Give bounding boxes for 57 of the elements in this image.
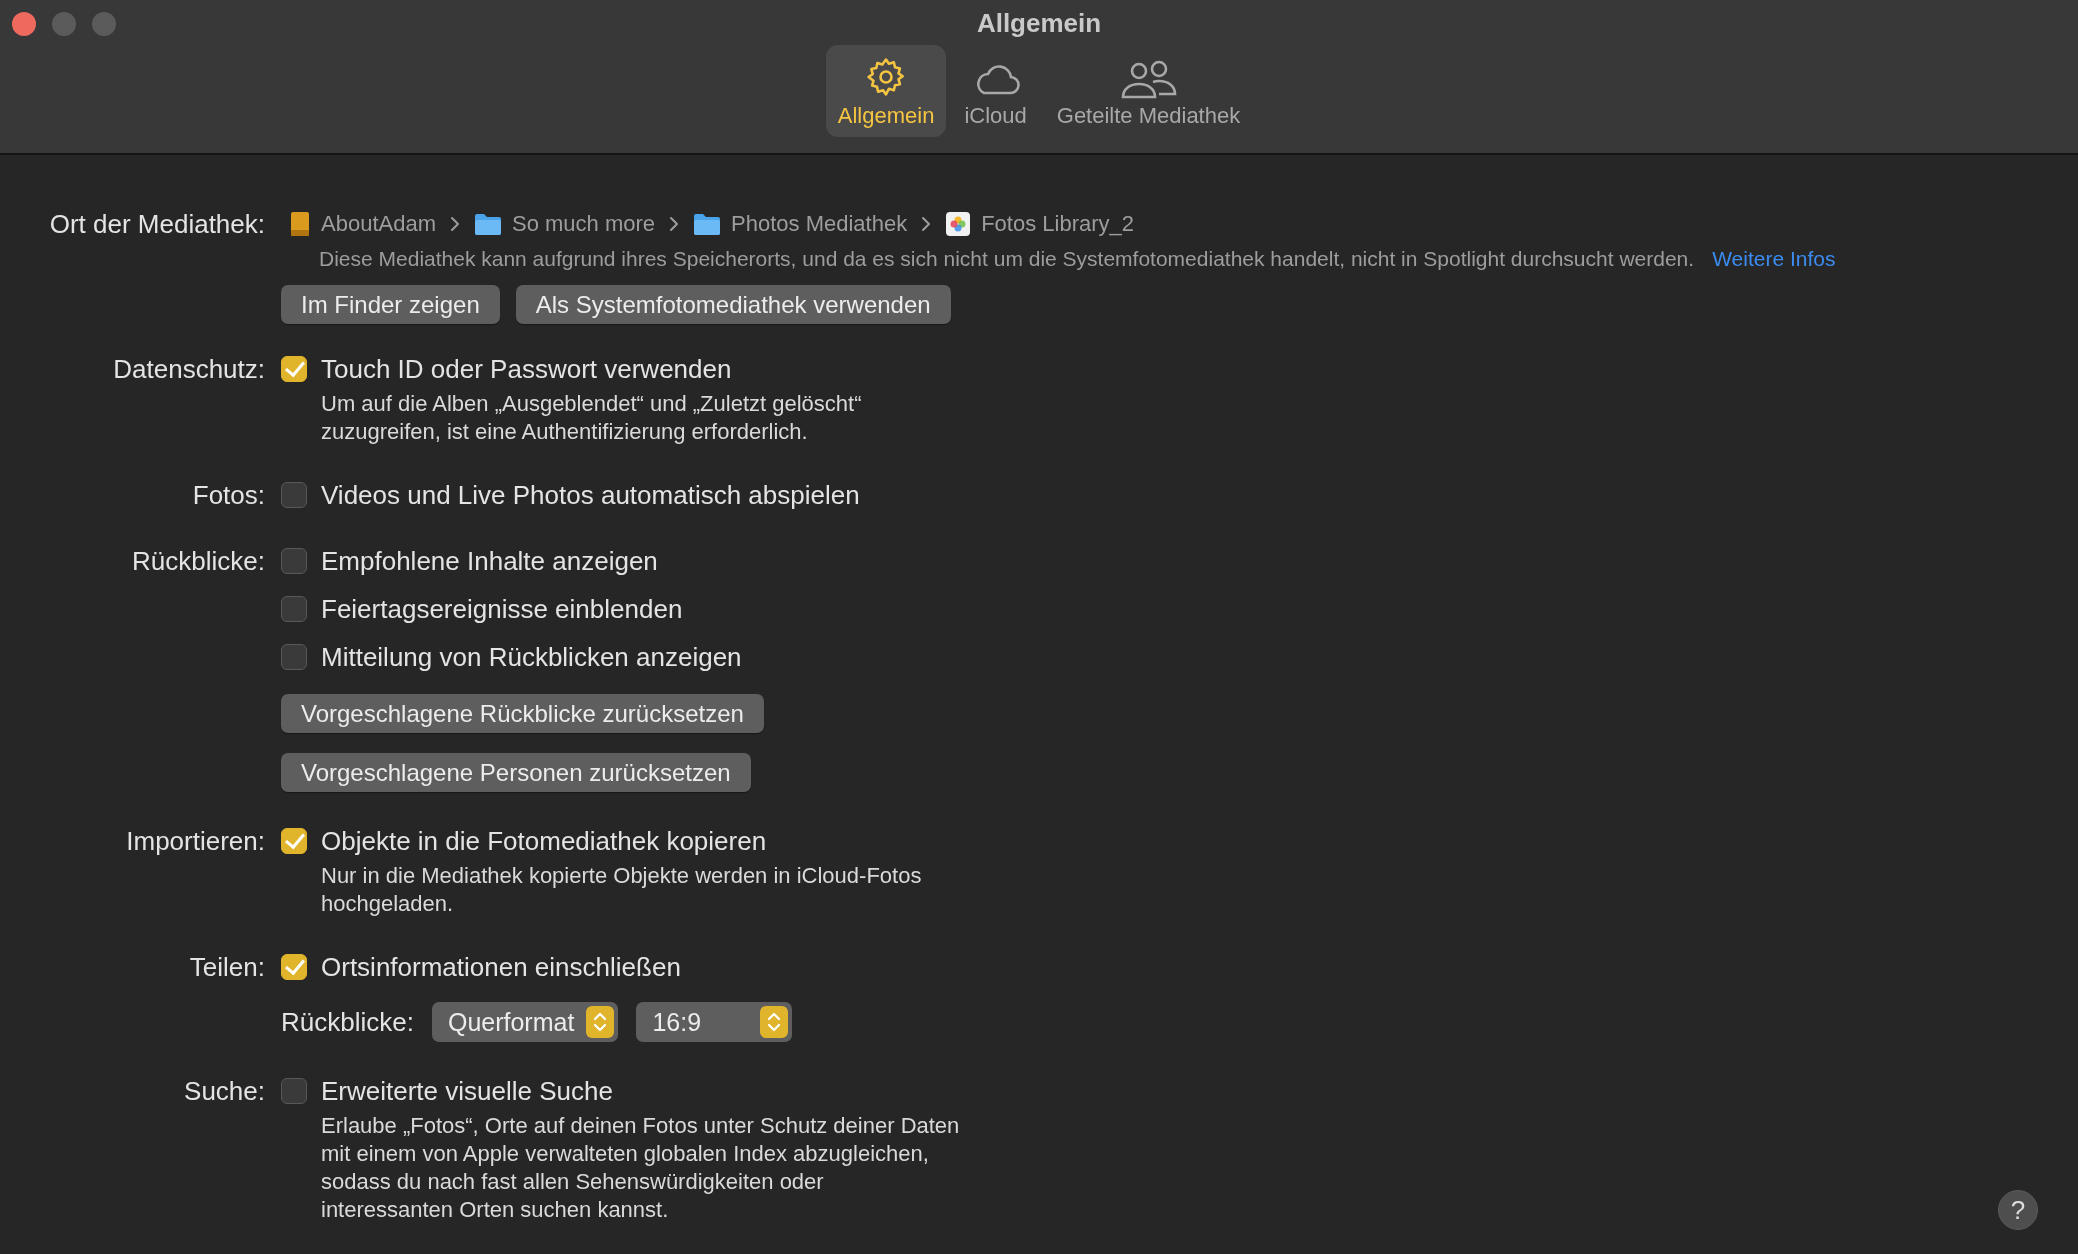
description-text: Um auf die Alben „Ausgeblendet“ und „Zuletzt gelöscht“ zuzugreifen, ist eine Authentifizierung erforderlich. bbox=[321, 390, 863, 446]
people-icon bbox=[1119, 59, 1178, 99]
checkbox-label: Touch ID oder Passwort verwenden bbox=[321, 353, 732, 385]
path-item[interactable]: Fotos Library_2 bbox=[945, 211, 1134, 237]
push-button[interactable]: Vorgeschlagene Personen zurücksetzen bbox=[281, 753, 751, 792]
checkbox[interactable] bbox=[281, 644, 307, 670]
checkbox-label: Mitteilung von Rückblicken anzeigen bbox=[321, 641, 742, 673]
close-button[interactable] bbox=[12, 12, 36, 36]
push-button[interactable]: Vorgeschlagene Rückblicke zurücksetzen bbox=[281, 694, 764, 733]
checkbox[interactable] bbox=[281, 954, 307, 980]
path-item[interactable]: Photos Mediathek bbox=[693, 211, 908, 237]
minimize-button[interactable] bbox=[52, 12, 76, 36]
checkbox[interactable] bbox=[281, 356, 307, 382]
chevron-icon bbox=[921, 216, 932, 232]
info-text: Diese Mediathek kann aufgrund ihres Speicherorts, und da es sich nicht um die Systemfotomediathek handelt, nicht in Spotlight durchsucht werden. bbox=[319, 247, 1695, 271]
checkbox[interactable] bbox=[281, 596, 307, 622]
folder-icon bbox=[473, 212, 502, 236]
checkbox[interactable] bbox=[281, 548, 307, 574]
checkbox-label: Videos und Live Photos automatisch abspielen bbox=[321, 479, 860, 511]
drive-icon bbox=[289, 211, 311, 237]
path-item[interactable]: AboutAdam bbox=[289, 211, 436, 237]
toolbar-tab[interactable]: Allgemein bbox=[825, 45, 947, 137]
section-label: Suche: bbox=[183, 1075, 265, 1108]
checkbox-label: Objekte in die Fotomediathek kopieren bbox=[321, 825, 767, 857]
chevron-icon bbox=[449, 216, 460, 232]
checkbox-label: Feiertagsereignisse einblenden bbox=[321, 593, 683, 625]
checkbox-label: Erweiterte visuelle Suche bbox=[321, 1075, 613, 1107]
popup-menu[interactable]: Querformat bbox=[431, 1002, 619, 1042]
chevron-icon bbox=[669, 216, 680, 232]
toolbar-tab[interactable]: Geteilte Mediathek bbox=[1044, 45, 1253, 137]
section-label: Fotos: bbox=[191, 479, 265, 512]
checkbox[interactable] bbox=[281, 1078, 307, 1104]
photos-library-icon bbox=[945, 211, 972, 237]
toolbar-tab[interactable]: iCloud bbox=[952, 45, 1039, 137]
checkbox-label: Empfohlene Inhalte anzeigen bbox=[321, 545, 658, 577]
updown-icon bbox=[760, 1006, 789, 1038]
folder-icon bbox=[693, 212, 722, 236]
path-item[interactable]: So much more bbox=[473, 211, 656, 237]
push-button[interactable]: Als Systemfotomediathek verwenden bbox=[515, 285, 951, 324]
push-button[interactable]: Im Finder zeigen bbox=[281, 285, 500, 324]
section-label: Teilen: bbox=[188, 951, 265, 984]
description-text: Erlaube „Fotos“, Orte auf deinen Fotos unter Schutz deiner Daten mit einem von Apple verwalteten globalen Index abzugleichen, sodass du nach fast allen Sehenswürdigkeiten oder interessanten Orten suchen kannst. bbox=[321, 1112, 961, 1224]
field-label: Ort der Mediathek: bbox=[48, 208, 265, 241]
section-label: Datenschutz: bbox=[112, 353, 265, 386]
help-button[interactable]: ? bbox=[1998, 1190, 2038, 1230]
more-info-link[interactable]: Weitere Infos bbox=[1712, 247, 1836, 271]
popup-menu[interactable]: 16:9 bbox=[636, 1002, 793, 1042]
zoom-button[interactable] bbox=[92, 12, 116, 36]
section-label: Importieren: bbox=[125, 825, 265, 858]
description-text: Nur in die Mediathek kopierte Objekte werden in iCloud-Fotos hochgeladen. bbox=[321, 862, 923, 918]
checkbox[interactable] bbox=[281, 828, 307, 854]
checkbox[interactable] bbox=[281, 482, 307, 508]
field-label: Rückblicke: bbox=[281, 1006, 414, 1038]
updown-icon bbox=[586, 1006, 615, 1038]
window-title: Allgemein bbox=[976, 8, 1102, 39]
section-label: Rückblicke: bbox=[131, 545, 265, 578]
checkbox-label: Ortsinformationen einschließen bbox=[321, 951, 681, 983]
